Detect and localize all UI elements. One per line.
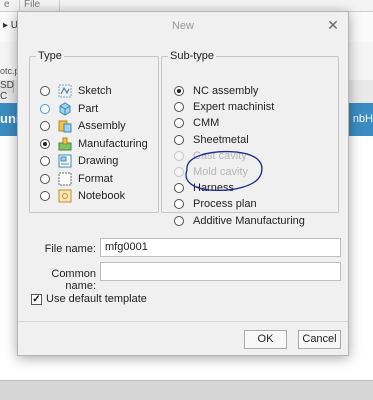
common-name-label: Common name: [51, 268, 96, 292]
subtype-option-label: Additive Manufacturing [193, 214, 305, 227]
background-statusbar [0, 380, 373, 400]
subtype-option-nc-assembly[interactable]: NC assembly [174, 83, 258, 99]
type-option-assembly[interactable]: Assembly [40, 118, 126, 134]
type-option-manufacturing[interactable]: Manufacturing [40, 136, 148, 152]
type-option-notebook[interactable]: Notebook [40, 188, 125, 204]
subtype-option-label: Sheetmetal [193, 133, 249, 146]
subtype-option-label: Process plan [193, 198, 257, 211]
dialog-titlebar[interactable]: New ✕ [18, 12, 348, 40]
subtype-legend: Sub-type [170, 50, 215, 62]
type-option-part[interactable]: Part [40, 101, 98, 117]
new-dialog: New ✕ Type Sketch Part Assembly Manufacturi… [17, 11, 349, 356]
format-icon [58, 172, 72, 186]
type-radio[interactable] [40, 138, 50, 149]
toolbar-expander[interactable]: ▸ U [3, 20, 18, 31]
type-option-label: Sketch [78, 85, 112, 97]
drawing-icon [58, 154, 72, 168]
type-option-label: Assembly [78, 120, 126, 132]
background-tab[interactable]: SD C [0, 80, 14, 102]
ok-button[interactable]: OK [244, 330, 287, 349]
type-option-drawing[interactable]: Drawing [40, 153, 118, 169]
subtype-option-process-plan[interactable]: Process plan [174, 196, 257, 212]
subtype-radio[interactable] [174, 215, 184, 226]
subtype-option-cmm[interactable]: CMM [174, 115, 219, 131]
type-group: Type Sketch Part Assembly Manufacturing Draw… [29, 50, 159, 213]
file-name-label: File name: [44, 243, 96, 255]
subtype-radio[interactable] [174, 118, 184, 129]
default-template-checkbox[interactable]: ✓ [31, 294, 42, 305]
manufacturing-icon [58, 137, 72, 151]
annotation-circle [185, 150, 263, 192]
type-radio[interactable] [40, 103, 50, 114]
dialog-separator [18, 321, 348, 322]
subtype-option-expert-machinist[interactable]: Expert machinist [174, 99, 274, 115]
type-option-sketch[interactable]: Sketch [40, 83, 112, 99]
subtype-radio[interactable] [174, 199, 184, 210]
subtype-option-label: Expert machinist [193, 101, 275, 114]
type-option-label: Format [78, 172, 113, 185]
close-button[interactable]: ✕ [325, 17, 341, 33]
close-icon: ✕ [327, 17, 339, 33]
dialog-title: New [171, 20, 194, 32]
type-option-label: Manufacturing [78, 137, 148, 150]
type-option-label: Notebook [78, 190, 126, 202]
notebook-icon [58, 189, 72, 203]
subtype-radio[interactable] [174, 134, 184, 145]
type-radio[interactable] [40, 191, 50, 201]
file-name-input[interactable]: mfg0001 [100, 238, 341, 257]
type-radio[interactable] [40, 156, 50, 166]
type-option-label: Drawing [78, 155, 119, 167]
subtype-option-additive-manufacturing[interactable]: Additive Manufacturing [174, 213, 305, 229]
subtype-option-label: CMM [193, 117, 220, 130]
common-name-input[interactable] [100, 262, 341, 281]
type-option-format[interactable]: Format [40, 171, 113, 187]
type-radio[interactable] [40, 121, 50, 131]
type-option-label: Part [78, 102, 99, 115]
type-radio[interactable] [40, 173, 50, 184]
assembly-icon [58, 119, 72, 133]
subtype-option-label: NC assembly [193, 85, 259, 97]
subtype-option-sheetmetal[interactable]: Sheetmetal [174, 132, 249, 148]
type-radio[interactable] [40, 86, 50, 96]
subtype-radio[interactable] [174, 102, 184, 113]
subtype-radio[interactable] [174, 86, 184, 96]
default-template-label: Use default template [46, 293, 147, 305]
banner-right-text: nbH [352, 113, 373, 125]
part-icon [58, 101, 72, 116]
sketch-icon [58, 84, 72, 98]
cancel-button[interactable]: Cancel [298, 330, 341, 349]
type-legend: Type [38, 50, 62, 62]
